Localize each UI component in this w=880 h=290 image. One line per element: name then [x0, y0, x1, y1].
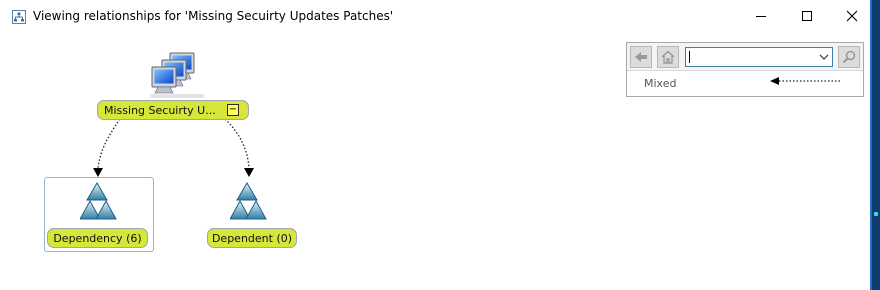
- back-arrow-icon: [635, 52, 647, 62]
- triangle-cluster-icon: [229, 181, 282, 229]
- dependent-node-label[interactable]: Dependent (0): [207, 228, 297, 248]
- search-icon: [842, 50, 856, 64]
- minimize-button[interactable]: [738, 0, 784, 32]
- edge-indicator: [874, 212, 878, 216]
- filter-row[interactable]: Mixed: [627, 71, 863, 96]
- dropdown-arrow-icon[interactable]: [818, 51, 830, 63]
- relationship-graph-canvas[interactable]: Missing Secuirty U... − Dependency (6) D…: [0, 34, 870, 290]
- collapse-button[interactable]: −: [227, 104, 239, 116]
- search-input[interactable]: [686, 48, 816, 66]
- relationship-viewer-window: Viewing relationships for 'Missing Secui…: [0, 0, 880, 290]
- window-edge: [870, 0, 880, 290]
- home-button[interactable]: [657, 46, 679, 68]
- root-node-label[interactable]: Missing Secuirty U... −: [97, 100, 249, 120]
- maximize-button[interactable]: [784, 0, 830, 32]
- hierarchy-icon: [12, 10, 26, 24]
- back-button[interactable]: [630, 46, 652, 68]
- dependency-node-label[interactable]: Dependency (6): [47, 228, 148, 248]
- maximize-icon: [802, 11, 812, 21]
- root-node-text: Missing Secuirty U...: [104, 103, 216, 117]
- navigation-panel: Mixed: [626, 42, 864, 97]
- minimize-icon: [756, 16, 766, 17]
- home-icon: [661, 50, 675, 64]
- navigation-toolbar: [627, 43, 863, 71]
- close-icon: [846, 10, 858, 22]
- window-title: Viewing relationships for 'Missing Secui…: [33, 9, 394, 23]
- triangle-cluster-icon: [79, 181, 132, 229]
- title-bar[interactable]: Viewing relationships for 'Missing Secui…: [0, 0, 870, 34]
- filter-label: Mixed: [644, 77, 677, 90]
- dependent-node-text: Dependent (0): [211, 231, 293, 245]
- close-button[interactable]: [829, 0, 875, 32]
- pointer-arrow-icon: [770, 77, 841, 85]
- search-combobox[interactable]: [685, 47, 833, 67]
- computers-icon: [150, 51, 204, 99]
- dependency-node-text: Dependency (6): [53, 231, 142, 245]
- edge-highlight: [870, 0, 872, 290]
- search-button[interactable]: [838, 46, 860, 68]
- text-caret: [689, 51, 690, 63]
